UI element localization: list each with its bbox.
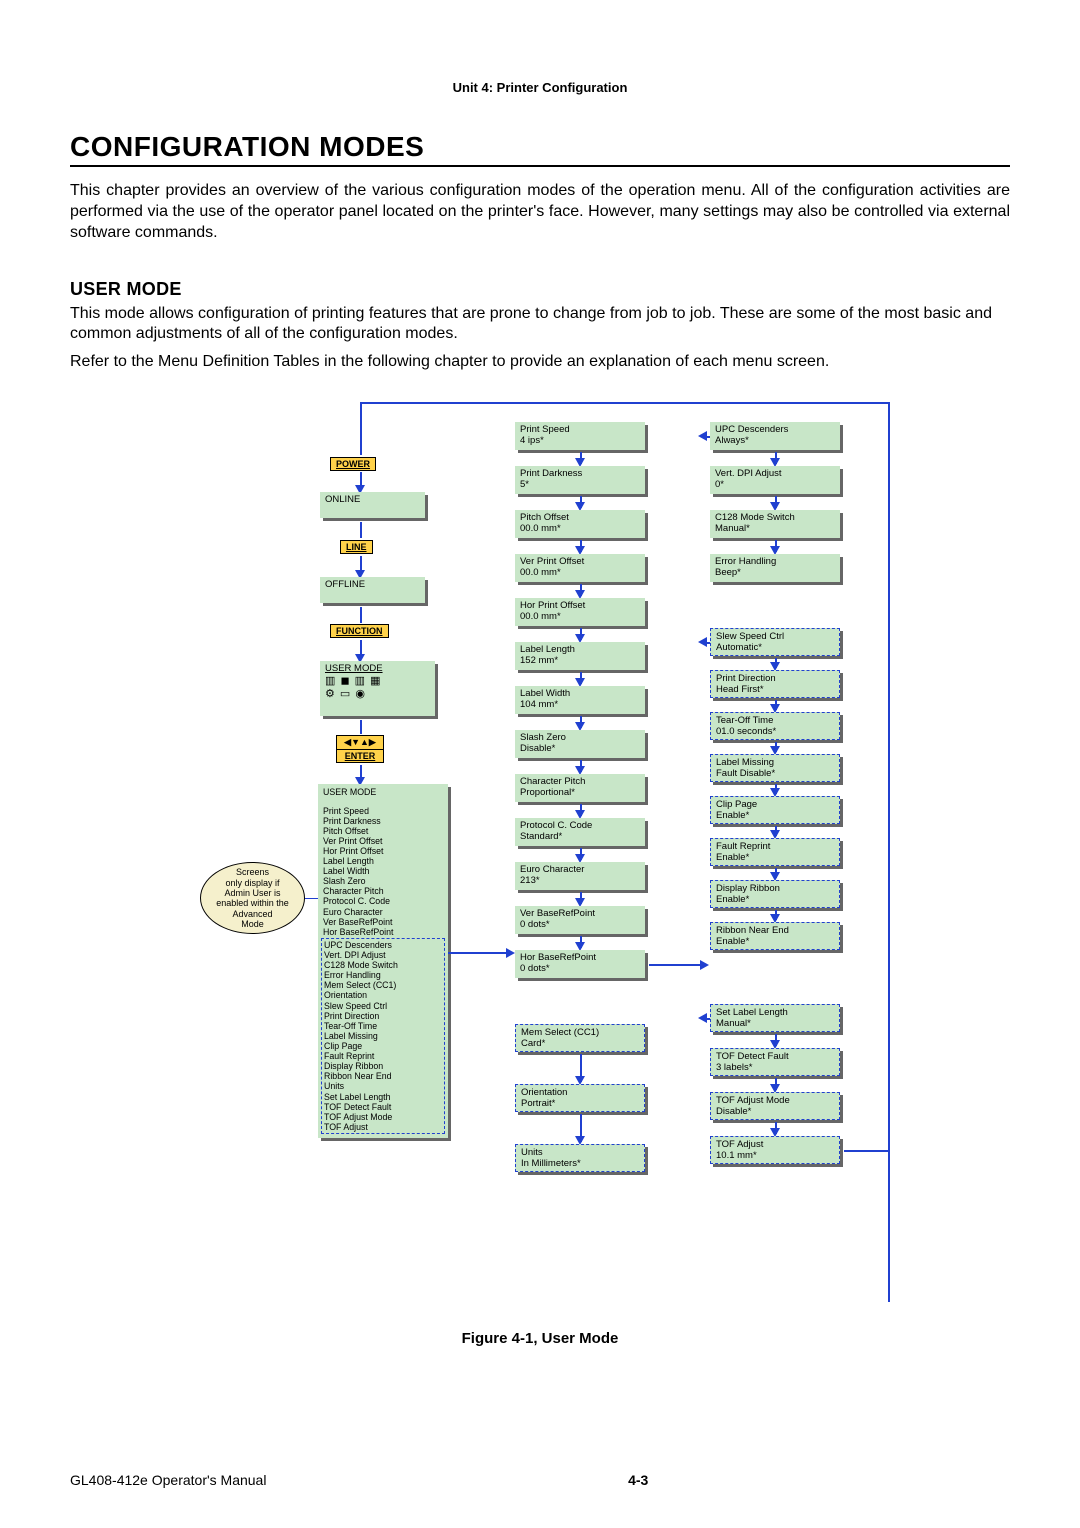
intro-text: This chapter provides an overview of the… <box>70 181 1010 243</box>
figure-4-1: POWER ONLINE LINE OFFLINE FUNCTION USER … <box>70 392 1010 1322</box>
param-value: 3 labels* <box>716 1063 834 1074</box>
figure-caption: Figure 4-1, User Mode <box>70 1330 1010 1347</box>
title-rule <box>70 165 1010 167</box>
subsection-p2: Refer to the Menu Definition Tables in t… <box>70 352 1010 372</box>
page-footer: GL408-412e Operator's Manual 4-3 <box>70 1472 1010 1488</box>
param-value: Manual* <box>716 1019 834 1030</box>
section-title: CONFIGURATION MODES <box>70 131 1010 163</box>
param-box: TOF Adjust ModeDisable* <box>710 1092 840 1120</box>
footer-manual: GL408-412e Operator's Manual <box>70 1472 266 1488</box>
unit-header: Unit 4: Printer Configuration <box>70 80 1010 95</box>
param-box: TOF Detect Fault3 labels* <box>710 1048 840 1076</box>
subsection-title: USER MODE <box>70 279 1010 300</box>
param-box: Set Label LengthManual* <box>710 1004 840 1032</box>
param-value: Disable* <box>716 1107 834 1118</box>
param-value: 10.1 mm* <box>716 1151 834 1162</box>
param-box: TOF Adjust10.1 mm* <box>710 1136 840 1164</box>
subsection-p1: This mode allows configuration of printi… <box>70 304 1010 344</box>
